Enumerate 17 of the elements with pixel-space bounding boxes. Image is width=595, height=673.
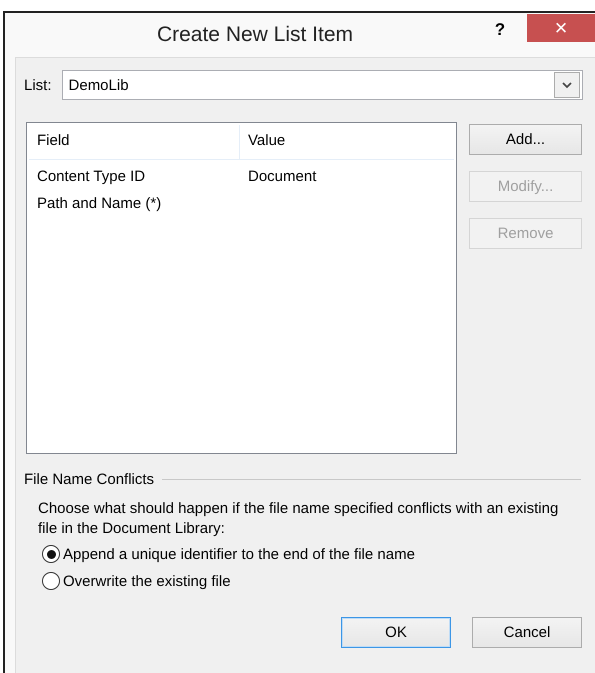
column-header[interactable]: Field [29, 125, 239, 159]
list-label: List: [24, 76, 52, 94]
option-label: Append a unique identifier to the end of the file name [63, 546, 415, 562]
help-button[interactable]: ? [485, 20, 515, 40]
close-button[interactable]: × [527, 14, 595, 42]
table-cell-text: Path and Name (*) [36, 195, 162, 212]
option-label: Overwrite the existing file [63, 572, 231, 590]
table-cell-text: Document [247, 168, 318, 185]
list-dropdown[interactable]: DemoLib [62, 70, 583, 100]
description-text: Choose what should happen if the file name specified conflicts with an existing file in the Document Library: [38, 499, 560, 539]
action-button[interactable]: Add... [469, 124, 582, 155]
group-title: File Name Conflicts [24, 471, 154, 488]
table-cell-text: Content Type ID [36, 168, 146, 185]
dialog-button[interactable]: OK [341, 617, 451, 648]
window-title: Create New List Item [156, 23, 354, 47]
column-header[interactable]: Value [239, 125, 449, 159]
dialog-button[interactable]: Cancel [472, 617, 582, 648]
